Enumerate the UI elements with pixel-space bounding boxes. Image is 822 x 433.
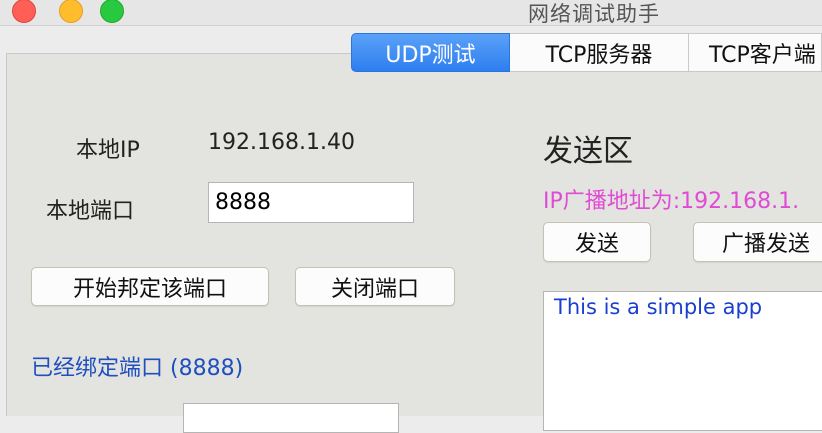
send-area-title: 发送区 [543, 134, 633, 169]
window-title: 网络调试助手 [528, 2, 660, 26]
tab-udp-test[interactable]: UDP测试 [351, 33, 510, 72]
send-button[interactable]: 发送 [543, 222, 651, 262]
local-ip-value: 192.168.1.40 [208, 130, 355, 155]
tab-bar: UDP测试 TCP服务器 TCP客户端 [351, 33, 822, 72]
local-port-label: 本地端口 [46, 199, 135, 224]
minimize-window-icon[interactable] [59, 0, 83, 23]
remote-field-input[interactable] [183, 403, 399, 433]
bind-status-text: 已经绑定端口 (8888) [31, 356, 244, 381]
broadcast-send-button[interactable]: 广播发送 [693, 222, 822, 262]
bind-port-button[interactable]: 开始邦定该端口 [31, 267, 269, 306]
close-window-icon[interactable] [12, 0, 36, 23]
title-bar: 网络调试助手 [0, 0, 822, 26]
local-ip-label: 本地IP [76, 138, 140, 163]
maximize-window-icon[interactable] [100, 0, 124, 23]
close-port-button[interactable]: 关闭端口 [295, 267, 455, 306]
local-port-input[interactable]: 8888 [208, 182, 414, 223]
tab-tcp-server[interactable]: TCP服务器 [510, 33, 689, 72]
broadcast-address-text: IP广播地址为:192.168.1. [543, 189, 800, 214]
message-textarea[interactable]: This is a simple app [543, 291, 822, 431]
tab-tcp-client[interactable]: TCP客户端 [689, 33, 822, 72]
